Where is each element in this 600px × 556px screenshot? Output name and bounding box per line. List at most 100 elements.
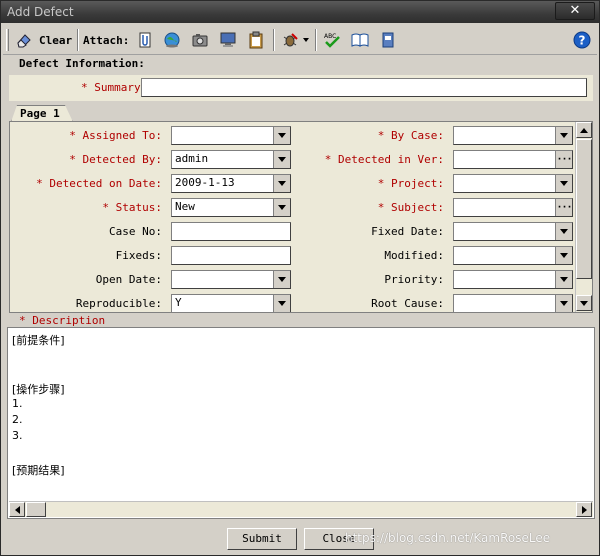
left-field-value: admin xyxy=(175,152,209,165)
defect-information-label: Defect Information: xyxy=(19,57,145,70)
picker-button[interactable]: ··· xyxy=(555,199,572,216)
description-editor[interactable]: [前提条件] [操作步骤] 1. 2. 3. [预期结果] xyxy=(7,327,595,519)
left-field-input[interactable] xyxy=(171,246,291,265)
tab-page-1[interactable]: Page 1 xyxy=(11,105,73,122)
eraser-icon xyxy=(17,34,31,48)
toolbar-separator xyxy=(77,29,79,51)
dropdown-button[interactable] xyxy=(555,223,572,240)
right-field-label: * Subject: xyxy=(377,201,444,214)
clear-label: Clear xyxy=(39,33,73,47)
dropdown-button[interactable] xyxy=(273,295,290,312)
right-field-label: * Project: xyxy=(377,177,444,190)
title-bar[interactable]: Add Defect ✕ xyxy=(1,1,599,23)
attach-clipboard-button[interactable] xyxy=(247,29,265,51)
left-field-label: Reproducible: xyxy=(75,297,162,310)
chevron-down-icon xyxy=(560,301,568,306)
left-field-label: Fixeds: xyxy=(115,249,162,262)
right-field-input[interactable] xyxy=(453,270,573,289)
right-field-label: Modified: xyxy=(384,249,444,262)
chevron-down-icon xyxy=(303,38,309,42)
dropdown-button[interactable] xyxy=(273,127,290,144)
scroll-left-button[interactable] xyxy=(9,502,25,517)
description-line: [前提条件] xyxy=(12,334,65,347)
chevron-left-icon xyxy=(14,505,20,514)
left-field-input[interactable] xyxy=(171,126,291,145)
clear-button[interactable]: Clear xyxy=(15,29,72,51)
submit-button[interactable]: Submit xyxy=(227,528,297,550)
chevron-down-icon xyxy=(560,253,568,258)
right-field-input[interactable] xyxy=(453,222,573,241)
summary-label: * Summary xyxy=(81,81,141,94)
description-horizontal-scrollbar[interactable] xyxy=(9,501,593,517)
attach-snapshot-button[interactable] xyxy=(191,29,209,51)
dropdown-button[interactable] xyxy=(273,151,290,168)
dropdown-button[interactable] xyxy=(273,199,290,216)
right-field-input[interactable] xyxy=(453,174,573,193)
svg-text:ABC: ABC xyxy=(324,33,336,40)
chevron-down-icon xyxy=(560,277,568,282)
attach-label: Attach: xyxy=(83,33,130,47)
dropdown-button[interactable] xyxy=(555,175,572,192)
right-field-input[interactable]: ··· xyxy=(453,198,573,217)
spelling-options-icon xyxy=(382,32,394,48)
description-line: 2. xyxy=(12,413,23,426)
left-field-input[interactable]: Y xyxy=(171,294,291,312)
ellipsis-icon: ··· xyxy=(556,201,572,213)
right-field-input[interactable] xyxy=(453,294,573,312)
dropdown-button[interactable] xyxy=(555,127,572,144)
chevron-down-icon xyxy=(278,301,286,306)
scroll-down-button[interactable] xyxy=(576,295,592,311)
picker-button[interactable]: ··· xyxy=(555,151,572,168)
defect-tools-icon xyxy=(283,33,298,47)
chevron-down-icon xyxy=(278,181,286,186)
attach-url-icon xyxy=(164,32,180,48)
left-field-label: * Detected on Date: xyxy=(36,177,162,190)
spelling-options-button[interactable] xyxy=(379,29,397,51)
left-field-input[interactable]: admin xyxy=(171,150,291,169)
left-field-input[interactable]: 2009-1-13 xyxy=(171,174,291,193)
chevron-down-icon xyxy=(580,300,588,306)
toolbar-grip[interactable] xyxy=(6,29,9,51)
scroll-right-button[interactable] xyxy=(576,502,592,517)
attach-url-button[interactable] xyxy=(163,29,181,51)
horizontal-scroll-thumb[interactable] xyxy=(26,502,46,517)
dropdown-button[interactable] xyxy=(273,175,290,192)
dropdown-button[interactable] xyxy=(273,271,290,288)
attach-file-icon xyxy=(139,32,151,48)
left-field-label: Case No: xyxy=(109,225,162,238)
left-field-input[interactable] xyxy=(171,222,291,241)
right-field-input[interactable] xyxy=(453,246,573,265)
help-button[interactable]: ? xyxy=(573,29,591,51)
left-field-label: * Status: xyxy=(102,201,162,214)
left-field-label: * Assigned To: xyxy=(69,129,162,142)
right-field-label: * Detected in Ver: xyxy=(324,153,444,166)
spell-check-icon: ABC xyxy=(324,33,340,48)
close-window-button[interactable]: ✕ xyxy=(555,2,595,20)
left-field-value: 2009-1-13 xyxy=(175,176,235,189)
scroll-up-button[interactable] xyxy=(576,122,592,138)
right-field-label: Root Cause: xyxy=(371,297,444,310)
attach-snapshot-icon xyxy=(192,34,208,47)
dropdown-button[interactable] xyxy=(555,271,572,288)
attach-sysinfo-button[interactable] xyxy=(219,29,237,51)
description-label: * Description xyxy=(19,314,106,327)
left-field-input[interactable]: New xyxy=(171,198,291,217)
description-line: 3. xyxy=(12,429,23,443)
attach-file-button[interactable] xyxy=(136,29,154,51)
right-field-input[interactable]: ··· xyxy=(453,150,573,169)
spell-check-button[interactable]: ABC xyxy=(323,29,341,51)
fields-vertical-scrollbar[interactable] xyxy=(575,122,592,312)
chevron-down-icon xyxy=(560,229,568,234)
attach-label-group: Attach: xyxy=(83,29,129,51)
dropdown-button[interactable] xyxy=(555,295,572,312)
defect-tools-button[interactable] xyxy=(281,29,309,51)
summary-input[interactable] xyxy=(141,78,587,97)
dropdown-button[interactable] xyxy=(555,247,572,264)
right-field-input[interactable] xyxy=(453,126,573,145)
left-field-value: New xyxy=(175,200,195,213)
description-line: [操作步骤] xyxy=(12,382,65,396)
thesaurus-button[interactable] xyxy=(351,29,369,51)
left-field-input[interactable] xyxy=(171,270,291,289)
scroll-thumb[interactable] xyxy=(576,139,592,279)
ellipsis-icon: ··· xyxy=(556,153,572,165)
